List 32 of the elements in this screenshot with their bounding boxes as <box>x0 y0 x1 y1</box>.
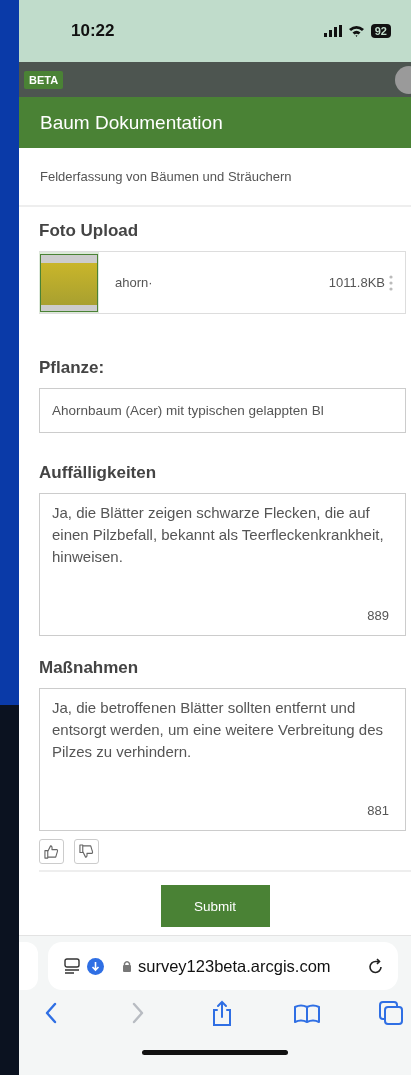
thumbs-down-button[interactable] <box>74 839 99 864</box>
form-title: Baum Dokumentation <box>40 111 223 134</box>
field-label: Foto Upload <box>39 221 140 241</box>
file-name: ahorn· <box>115 275 154 290</box>
file-attachment[interactable]: ahorn· 1011.8KB <box>39 251 406 314</box>
status-time: 10:22 <box>71 21 116 41</box>
page-menu-icon[interactable] <box>64 958 81 974</box>
wifi-icon <box>347 25 365 37</box>
character-count: 881 <box>367 802 389 820</box>
character-count: 889 <box>367 607 389 625</box>
field-label: Pflanze: <box>39 358 106 378</box>
url-text: survey123beta.arcgis.com <box>138 956 332 976</box>
form-description: Felderfassung von Bäumen und Sträuchern <box>40 169 292 184</box>
beta-badge: BETA <box>24 70 64 89</box>
download-icon[interactable] <box>87 957 104 975</box>
thumbs-down-icon <box>79 844 94 859</box>
photo-placeholder <box>40 253 98 312</box>
file-size: 1011.8KB <box>328 275 385 290</box>
thumbs-up-icon <box>44 844 59 859</box>
lock-icon <box>122 960 132 972</box>
field-label: Auffälligkeiten <box>39 463 158 483</box>
signal-icon <box>323 25 342 37</box>
text-area[interactable]: Ja, die Blätter zeigen schwarze Flecken, die auf einen Pilzbefall, bekannt als Teerfleckenkrankheit, hinweisen. 889 <box>39 493 406 636</box>
address-bar[interactable]: survey123beta.arcgis.com <box>48 942 398 990</box>
text-field[interactable]: Ahornbaum (Acer) mit typischen gelappten Bl <box>39 388 406 433</box>
tabs-icon[interactable] <box>377 998 405 1028</box>
text-area[interactable]: Ja, die betroffenen Blätter sollten entfernt und entsorgt werden, um eine weitere Verbreitung des Pilzes zu verhindern. 881 <box>39 688 406 831</box>
submit-button[interactable]: Submit <box>160 885 270 927</box>
field-label: Maßnahmen <box>39 658 140 678</box>
reload-icon[interactable] <box>368 957 384 975</box>
thumbs-up-button[interactable] <box>39 839 64 864</box>
battery-level: 92 <box>370 24 391 38</box>
